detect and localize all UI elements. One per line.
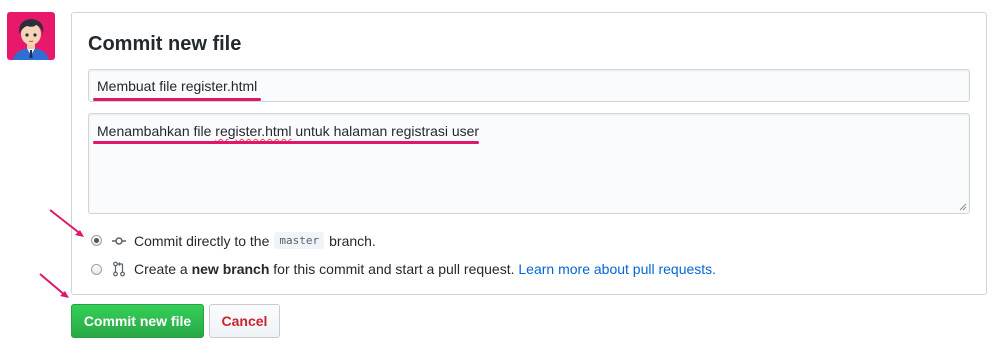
new-branch-radio[interactable] [91,263,102,275]
new-branch-text: Create a [134,261,188,277]
commit-description-textarea[interactable]: Menambahkan file register.html untuk hal… [88,113,970,214]
commit-new-file-button[interactable]: Commit new file [71,304,204,338]
description-text-part: untuk halaman registrasi user [291,123,480,139]
annotation-arrow-icon [39,273,69,298]
annotation-arrow-icon [49,209,84,237]
commit-panel-title: Commit new file [88,33,242,55]
learn-more-link[interactable]: Learn more about pull requests. [518,261,716,277]
git-pull-request-icon [112,261,126,277]
commit-description-text: Menambahkan file register.html untuk hal… [97,123,479,139]
branch-name-badge: master [274,232,325,249]
summary-highlight-underline [93,98,261,101]
avatar[interactable] [7,12,55,60]
description-highlight-underline [93,141,479,144]
commit-direct-radio[interactable] [91,235,102,246]
git-commit-icon [112,233,126,249]
new-branch-bold-text: new branch [191,261,270,277]
cancel-button[interactable]: Cancel [209,304,280,338]
description-text-part: Menambahkan file [97,123,216,139]
commit-direct-text-end: branch. [329,232,376,249]
resize-grip-icon[interactable] [959,203,967,211]
new-branch-option[interactable]: Create a new branch for this commit and … [91,261,716,277]
commit-direct-text: Commit directly to the [134,232,270,249]
new-branch-text-end: for this commit and start a pull request… [273,261,515,277]
commit-direct-option[interactable]: Commit directly to the master branch. [91,232,376,249]
description-misspelled-word: register.html [215,123,292,139]
